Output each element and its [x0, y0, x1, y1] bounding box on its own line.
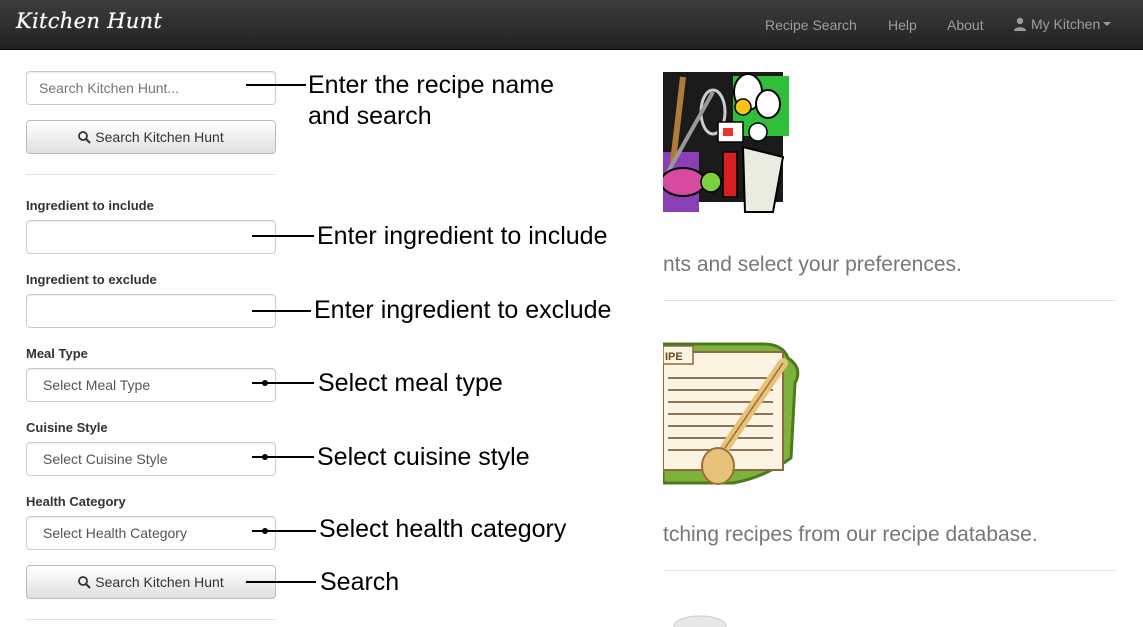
nav-recipe-search[interactable]: Recipe Search	[765, 17, 857, 33]
step2-description: tching recipes from our recipe database.	[663, 523, 1038, 546]
nav-help[interactable]: Help	[888, 17, 917, 33]
cuisine-style-value: Select Cuisine Style	[43, 451, 168, 467]
search-icon	[78, 575, 92, 589]
annotation-line	[252, 382, 314, 384]
annotation-recipe-name-1: Enter the recipe name	[308, 71, 554, 99]
search-button-label: Search Kitchen Hunt	[95, 129, 224, 145]
chevron-down-icon	[1103, 22, 1112, 26]
annotation-line	[252, 530, 316, 532]
my-kitchen-menu[interactable]: My Kitchen	[1013, 16, 1112, 32]
annotation-line	[252, 310, 311, 312]
annotation-exclude: Enter ingredient to exclude	[314, 296, 612, 324]
exclude-label: Ingredient to exclude	[26, 272, 157, 287]
divider	[663, 300, 1116, 301]
partial-image	[673, 615, 727, 627]
annotation-meal-type: Select meal type	[318, 369, 503, 397]
recipe-card-tab-text: IPE	[665, 351, 683, 363]
annotation-cuisine: Select cuisine style	[317, 443, 530, 471]
step1-description: nts and select your preferences.	[663, 253, 962, 276]
annotation-include: Enter ingredient to include	[317, 222, 608, 250]
cooking-utensils-image	[663, 72, 789, 213]
search-input[interactable]	[26, 71, 276, 105]
include-ingredient-input[interactable]	[26, 220, 276, 254]
search-icon	[78, 130, 92, 144]
search-button-top[interactable]: Search Kitchen Hunt	[26, 120, 276, 154]
search-button-label: Search Kitchen Hunt	[95, 574, 224, 590]
cuisine-style-select[interactable]: Select Cuisine Style	[26, 442, 276, 476]
annotation-line	[246, 581, 316, 583]
annotation-recipe-name-2: and search	[308, 102, 432, 130]
health-label: Health Category	[26, 494, 126, 509]
annotation-health: Select health category	[319, 515, 567, 543]
meal-type-label: Meal Type	[26, 346, 88, 361]
meal-type-value: Select Meal Type	[43, 377, 151, 393]
recipe-card-image: IPE	[663, 342, 800, 485]
nav-about[interactable]: About	[947, 17, 984, 33]
user-icon	[1014, 17, 1026, 31]
exclude-ingredient-input[interactable]	[26, 294, 276, 328]
search-button-bottom[interactable]: Search Kitchen Hunt	[26, 565, 276, 599]
navbar: Kitchen Hunt Recipe Search Help About My…	[0, 0, 1143, 50]
my-kitchen-label: My Kitchen	[1031, 16, 1101, 32]
divider	[26, 619, 276, 620]
annotation-line	[246, 84, 306, 86]
annotation-search: Search	[320, 568, 400, 596]
brand-logo[interactable]: Kitchen Hunt	[16, 9, 162, 33]
divider	[663, 570, 1116, 571]
meal-type-select[interactable]: Select Meal Type	[26, 368, 276, 402]
annotation-line	[252, 456, 314, 458]
cuisine-label: Cuisine Style	[26, 420, 108, 435]
divider	[26, 174, 276, 175]
health-category-select[interactable]: Select Health Category	[26, 516, 276, 550]
annotation-line	[252, 235, 314, 237]
include-label: Ingredient to include	[26, 198, 154, 213]
health-category-value: Select Health Category	[43, 525, 187, 541]
